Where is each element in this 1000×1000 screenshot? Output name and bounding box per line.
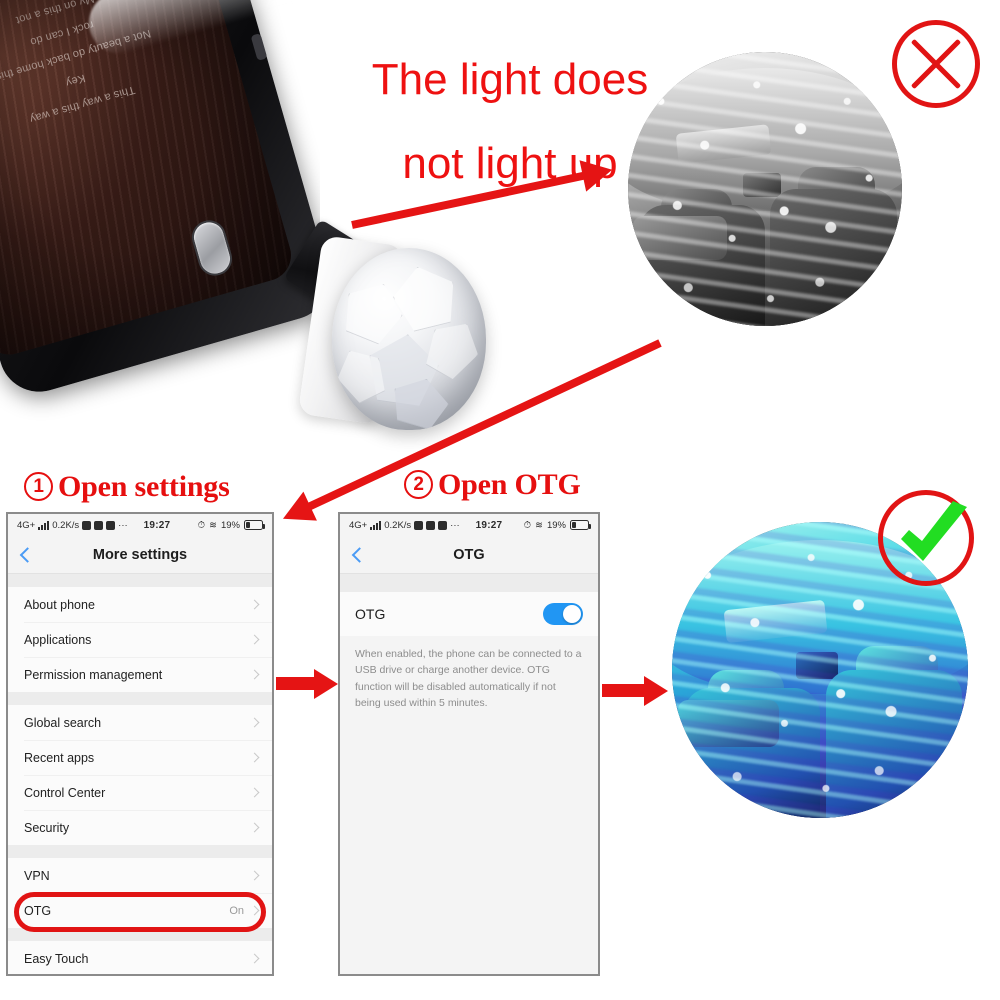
settings-page-title: More settings xyxy=(92,546,188,563)
step-1-label: 1 Open settings xyxy=(24,470,230,504)
settings-group-2: Global search Recent apps Control Center… xyxy=(8,705,272,845)
otg-toggle-label: OTG xyxy=(355,606,386,622)
check-mark-icon xyxy=(878,490,974,586)
bluetooth-icon xyxy=(426,520,436,530)
data-rate-label: 0.2K/s xyxy=(384,519,412,531)
otg-navbar: OTG xyxy=(340,536,598,574)
sync-icon xyxy=(82,520,92,530)
row-label: Recent apps xyxy=(24,750,95,765)
signal-bars-icon xyxy=(38,520,50,530)
row-label: Global search xyxy=(24,715,102,730)
settings-row-recent-apps[interactable]: Recent apps xyxy=(8,740,272,775)
statusbar-left-group: 4G+ 0.2K/s ··· xyxy=(349,520,460,531)
list-gap xyxy=(8,845,272,858)
settings-screenshot: 4G+ 0.2K/s ··· 19:27 ⏱ ≋ 19% More settin… xyxy=(6,512,274,976)
list-gap xyxy=(8,928,272,941)
chevron-right-icon xyxy=(249,599,260,610)
otg-toggle-switch[interactable] xyxy=(543,603,583,625)
settings-row-about-phone[interactable]: About phone xyxy=(8,587,272,622)
settings-row-applications[interactable]: Applications xyxy=(8,622,272,657)
statusbar-clock: 19:27 xyxy=(143,519,171,531)
battery-percent-label: 19% xyxy=(546,519,566,531)
step-1-text: Open settings xyxy=(58,470,230,503)
battery-icon xyxy=(570,520,591,530)
otg-description-text: When enabled, the phone can be connected… xyxy=(340,636,598,726)
row-label: Control Center xyxy=(24,785,106,800)
otg-row-value: On xyxy=(229,904,244,917)
step-1-number: 1 xyxy=(24,472,53,501)
mail-icon xyxy=(438,520,448,530)
settings-row-vpn[interactable]: VPN xyxy=(8,858,272,893)
row-label: OTG xyxy=(24,903,52,918)
alarm-icon: ⏱ xyxy=(523,519,532,531)
statusbar-right-group: ⏱ ≋ 19% xyxy=(523,519,591,531)
row-label: Applications xyxy=(24,632,92,647)
cross-mark-icon xyxy=(892,20,980,108)
check-glyph-svg xyxy=(901,501,967,561)
poster-root: This a way this a way Key Not a beauty d… xyxy=(0,0,1000,1000)
settings-row-security[interactable]: Security xyxy=(8,810,272,845)
more-dots-icon: ··· xyxy=(118,519,128,531)
chevron-right-icon xyxy=(249,752,260,763)
list-gap xyxy=(8,692,272,705)
otg-page-title: OTG xyxy=(453,546,485,563)
wifi-icon: ≋ xyxy=(535,519,543,531)
wifi-icon: ≋ xyxy=(209,519,217,531)
settings-navbar: More settings xyxy=(8,536,272,574)
chevron-right-icon xyxy=(249,870,260,881)
settings-row-easy-touch[interactable]: Easy Touch xyxy=(8,941,272,974)
otg-screenshot: 4G+ 0.2K/s ··· 19:27 ⏱ ≋ 19% OTG OTG Whe… xyxy=(338,512,600,976)
chevron-right-icon xyxy=(249,717,260,728)
network-type-label: 4G+ xyxy=(349,519,368,531)
otg-body: OTG When enabled, the phone can be conne… xyxy=(340,574,598,974)
statusbar-right-group: ⏱ ≋ 19% xyxy=(197,519,265,531)
settings-group-3: VPN OTG On xyxy=(8,858,272,928)
row-label: VPN xyxy=(24,868,50,883)
settings-list: About phone Applications Permission mana… xyxy=(8,574,272,974)
otg-toggle-row[interactable]: OTG xyxy=(340,592,598,636)
settings-row-global-search[interactable]: Global search xyxy=(8,705,272,740)
chevron-right-icon xyxy=(249,634,260,645)
settings-group-1: About phone Applications Permission mana… xyxy=(8,587,272,692)
settings-statusbar: 4G+ 0.2K/s ··· 19:27 ⏱ ≋ 19% xyxy=(8,514,272,536)
mail-icon xyxy=(106,520,116,530)
more-dots-icon: ··· xyxy=(450,519,460,531)
statusbar-left-group: 4G+ 0.2K/s ··· xyxy=(17,520,128,531)
chevron-right-icon xyxy=(249,669,260,680)
alarm-icon: ⏱ xyxy=(197,519,206,531)
sync-icon xyxy=(414,520,424,530)
row-label: About phone xyxy=(24,597,95,612)
chevron-right-icon xyxy=(249,905,260,916)
data-rate-label: 0.2K/s xyxy=(52,519,80,531)
otg-statusbar: 4G+ 0.2K/s ··· 19:27 ⏱ ≋ 19% xyxy=(340,514,598,536)
phone-with-light-photo: This a way this a way Key Not a beauty d… xyxy=(0,0,320,422)
bluetooth-icon xyxy=(94,520,104,530)
signal-bars-icon xyxy=(370,520,382,530)
usb-light-ball xyxy=(332,248,486,430)
step-2-label: 2 Open OTG xyxy=(404,468,581,502)
step-2-text: Open OTG xyxy=(438,468,581,501)
battery-percent-label: 19% xyxy=(220,519,240,531)
otg-spacer xyxy=(340,574,598,592)
step-2-number: 2 xyxy=(404,470,433,499)
chevron-right-icon xyxy=(249,822,260,833)
chevron-right-icon xyxy=(249,787,260,798)
row-label: Permission management xyxy=(24,667,163,682)
chevron-right-icon xyxy=(249,953,260,964)
settings-group-4: Easy Touch xyxy=(8,941,272,974)
settings-row-control-center[interactable]: Control Center xyxy=(8,775,272,810)
statusbar-clock: 19:27 xyxy=(475,519,503,531)
battery-icon xyxy=(244,520,265,530)
settings-row-otg[interactable]: OTG On xyxy=(8,893,272,928)
settings-row-permission-management[interactable]: Permission management xyxy=(8,657,272,692)
network-type-label: 4G+ xyxy=(17,519,36,531)
row-label: Easy Touch xyxy=(24,951,89,966)
car-interior-light-off-photo xyxy=(628,52,902,326)
list-gap xyxy=(8,574,272,587)
row-label: Security xyxy=(24,820,70,835)
